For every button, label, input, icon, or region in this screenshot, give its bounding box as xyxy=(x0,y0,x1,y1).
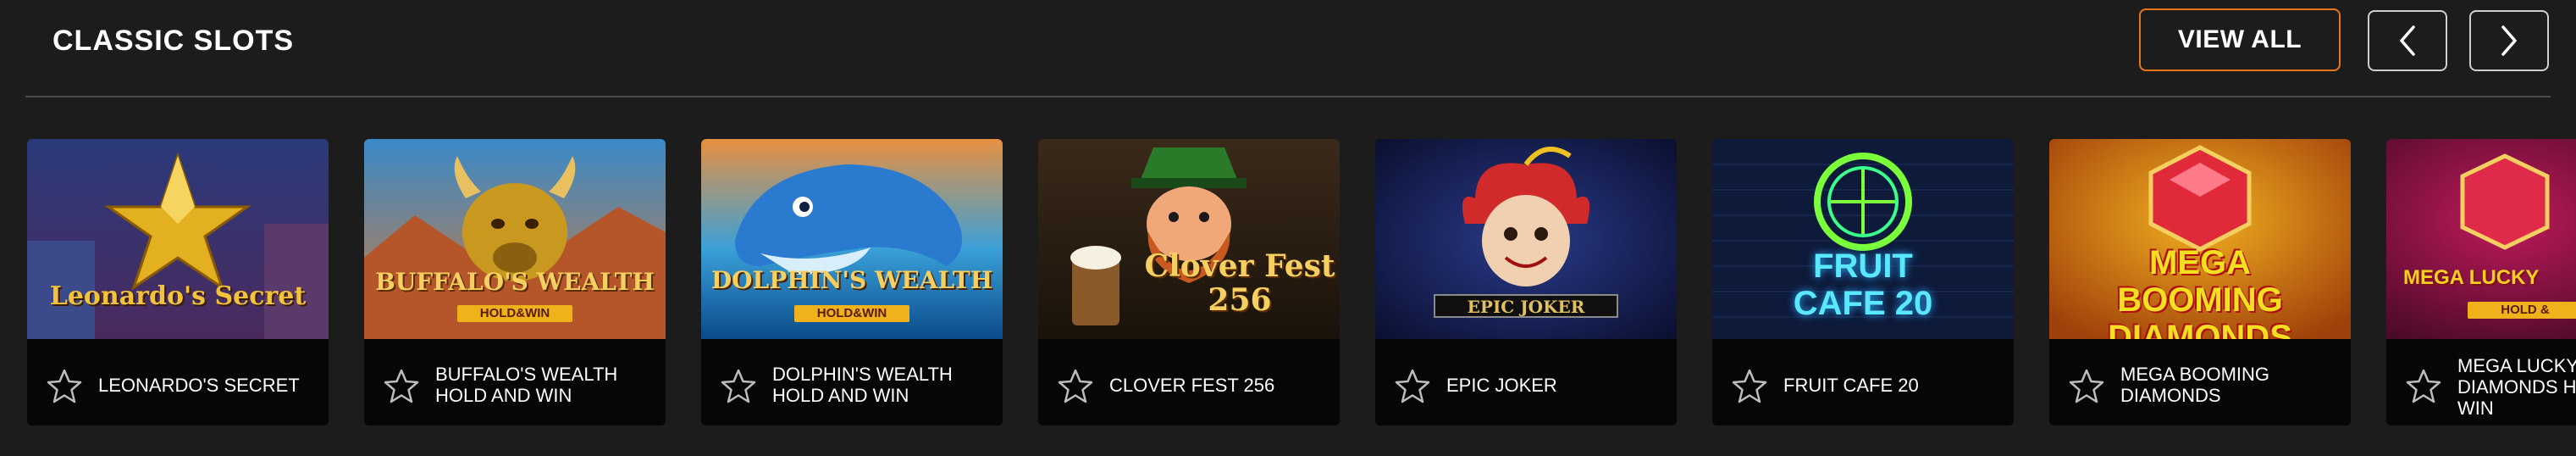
carousel-next-button[interactable] xyxy=(2469,10,2549,71)
game-card-footer: CLOVER FEST 256 xyxy=(1038,339,1340,425)
game-name[interactable]: DOLPHIN'S WEALTH HOLD AND WIN xyxy=(772,359,994,410)
favorite-star-icon[interactable] xyxy=(1057,368,1094,405)
game-card[interactable]: DOLPHIN'S WEALTH HOLD&WIN DOLPHIN'S WEAL… xyxy=(701,139,1003,425)
game-thumbnail[interactable]: MEGA LUCKY HOLD & xyxy=(2386,139,2576,339)
game-name[interactable]: LEONARDO'S SECRET xyxy=(98,359,320,410)
game-thumbnail[interactable]: FRUIT CAFE 20 xyxy=(1712,139,2014,339)
game-art-title: EPIC JOKER xyxy=(1467,297,1585,317)
game-card[interactable]: BUFFALO'S WEALTH HOLD&WIN BUFFALO'S WEAL… xyxy=(364,139,666,425)
game-art-title: BUFFALO'S WEALTH xyxy=(375,268,655,296)
game-name[interactable]: MEGA LUCKY DIAMONDS HOLD AND WIN xyxy=(2457,353,2576,420)
game-name[interactable]: BUFFALO'S WEALTH HOLD AND WIN xyxy=(435,359,657,410)
game-art-title: FRUIT CAFE 20 xyxy=(1793,247,1933,322)
favorite-star-icon[interactable] xyxy=(2068,368,2105,405)
game-thumbnail[interactable]: DOLPHIN'S WEALTH HOLD&WIN xyxy=(701,139,1003,339)
favorite-star-icon[interactable] xyxy=(46,368,83,405)
game-thumbnail[interactable]: Clover Fest 256 xyxy=(1038,139,1340,339)
section-header: CLASSIC SLOTS VIEW ALL xyxy=(0,0,2576,97)
game-card-footer: MEGA LUCKY DIAMONDS HOLD AND WIN xyxy=(2386,339,2576,425)
section-divider xyxy=(25,96,2551,97)
game-thumbnail[interactable]: MEGA BOOMING DIAMONDS xyxy=(2049,139,2351,339)
favorite-star-icon[interactable] xyxy=(383,368,420,405)
game-card-footer: DOLPHIN'S WEALTH HOLD AND WIN xyxy=(701,339,1003,425)
chevron-right-icon xyxy=(2501,25,2517,56)
game-card[interactable]: EPIC JOKER EPIC JOKER xyxy=(1375,139,1677,425)
game-art-title: Clover Fest 256 xyxy=(1144,248,1335,318)
game-carousel[interactable]: Leonardo's Secret LEONARDO'S SECRET BUFF… xyxy=(0,139,2576,427)
favorite-star-icon[interactable] xyxy=(720,368,757,405)
game-art-subtitle: HOLD&WIN xyxy=(794,305,909,322)
game-art-title: Leonardo's Secret xyxy=(49,281,307,311)
game-card-footer: MEGA BOOMING DIAMONDS xyxy=(2049,339,2351,425)
game-thumbnail[interactable]: Leonardo's Secret xyxy=(27,139,329,339)
game-thumbnail[interactable]: BUFFALO'S WEALTH HOLD&WIN xyxy=(364,139,666,339)
game-art-title: MEGA LUCKY xyxy=(2403,266,2540,289)
game-thumbnail[interactable]: EPIC JOKER xyxy=(1375,139,1677,339)
game-card-footer: FRUIT CAFE 20 xyxy=(1712,339,2014,425)
game-card-footer: LEONARDO'S SECRET xyxy=(27,339,329,425)
game-name[interactable]: FRUIT CAFE 20 xyxy=(1783,359,2005,410)
view-all-button[interactable]: VIEW ALL xyxy=(2139,8,2341,71)
game-card[interactable]: MEGA LUCKY HOLD & MEGA LUCKY DIAMONDS HO… xyxy=(2386,139,2576,425)
game-art-subtitle: HOLD & xyxy=(2468,302,2576,319)
favorite-star-icon[interactable] xyxy=(2405,368,2442,405)
chevron-left-icon xyxy=(2400,25,2415,56)
game-art-title: MEGA BOOMING DIAMONDS xyxy=(2108,244,2292,339)
game-card-footer: BUFFALO'S WEALTH HOLD AND WIN xyxy=(364,339,666,425)
carousel-prev-button[interactable] xyxy=(2368,10,2447,71)
favorite-star-icon[interactable] xyxy=(1394,368,1431,405)
game-name[interactable]: EPIC JOKER xyxy=(1446,359,1668,410)
game-card-footer: EPIC JOKER xyxy=(1375,339,1677,425)
game-card[interactable]: FRUIT CAFE 20 FRUIT CAFE 20 xyxy=(1712,139,2014,425)
favorite-star-icon[interactable] xyxy=(1731,368,1768,405)
game-card[interactable]: Clover Fest 256 CLOVER FEST 256 xyxy=(1038,139,1340,425)
game-name[interactable]: MEGA BOOMING DIAMONDS xyxy=(2120,359,2342,410)
game-art-title: DOLPHIN'S WEALTH xyxy=(710,266,993,294)
section-title: CLASSIC SLOTS xyxy=(53,25,295,57)
game-art-subtitle: HOLD&WIN xyxy=(457,305,572,322)
game-card[interactable]: MEGA BOOMING DIAMONDS MEGA BOOMING DIAMO… xyxy=(2049,139,2351,425)
game-name[interactable]: CLOVER FEST 256 xyxy=(1109,359,1331,410)
game-card[interactable]: Leonardo's Secret LEONARDO'S SECRET xyxy=(27,139,329,425)
